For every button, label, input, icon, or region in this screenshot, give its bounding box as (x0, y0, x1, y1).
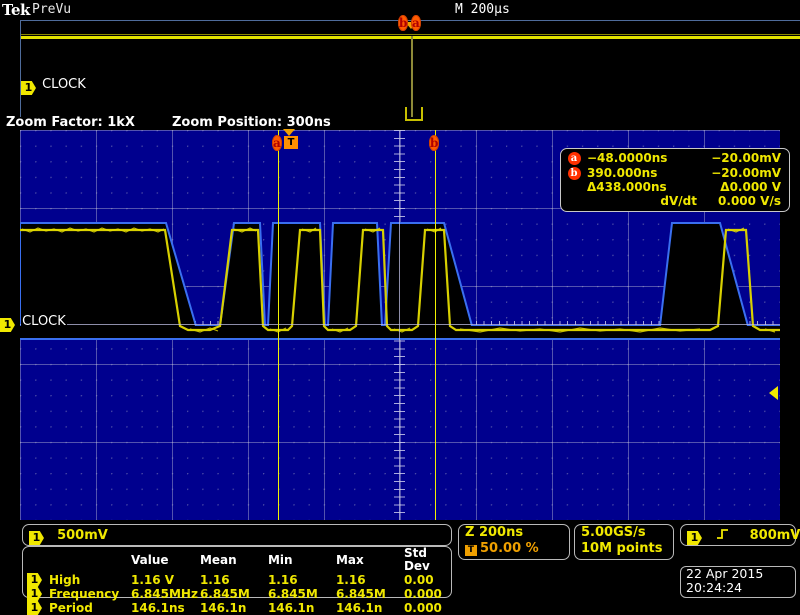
zoom-trigger-notch-icon (283, 129, 295, 136)
cursor-readout-row: dV/dt 0.000 V/s (561, 194, 789, 208)
measurement-row[interactable]: 1 Period 146.1ns 146.1n 146.1n 146.1n 0.… (23, 601, 451, 615)
date-label: 22 Apr 2015 (686, 566, 764, 581)
overview-cursor-b-flag[interactable]: b (398, 12, 409, 31)
readout-b-time: 390.000ns (587, 165, 658, 180)
readout-dvdt-value: 0.000 V/s (718, 194, 781, 208)
trigger-position-flag[interactable]: T (284, 136, 298, 149)
zoom-channel-1-marker[interactable]: 1 CLOCK (0, 313, 67, 332)
measurement-col-value: Value (131, 552, 169, 567)
vertical-scale-bar[interactable]: 1 500mV (22, 524, 452, 546)
readout-b-volts: −20.00mV (711, 165, 781, 180)
measurement-frequency-max: 6.845M (335, 586, 386, 601)
channel-1-badge-trigger[interactable]: 1 (687, 531, 702, 545)
zoom-cursor-b-flag[interactable]: b (429, 132, 440, 151)
sample-rate-label: 5.00GS/s (581, 525, 646, 540)
overview-trace-shadow (21, 34, 800, 35)
zoom-channel-1-label: CLOCK (21, 314, 67, 329)
overview-channel-1-label: CLOCK (42, 77, 86, 92)
measurement-row[interactable]: 1 Frequency 6.845MHz 6.845M 6.845M 6.845… (23, 587, 451, 601)
measurement-high-value: 1.16 V (131, 572, 175, 587)
measurement-high-std: 0.00 (403, 572, 434, 587)
readout-dvdt-label: dV/dt (660, 194, 697, 208)
measurement-frequency-mean: 6.845M (199, 586, 250, 601)
cursor-readout-box: a −48.0000ns −20.00mV b 390.000ns −20.00… (560, 148, 790, 212)
channel-1-badge[interactable]: 1 (21, 81, 36, 95)
acquisition-bar[interactable]: 5.00GS/s 10M points (574, 524, 674, 560)
trigger-level-value: 800mV (749, 528, 800, 543)
cursor-readout-row: Δ438.000ns Δ0.000 V (561, 180, 789, 194)
acquisition-state-label: PreVu (32, 2, 72, 17)
channel-1-badge-vertical[interactable]: 1 (29, 531, 44, 545)
measurement-period-mean: 146.1n (199, 600, 247, 615)
readout-delta-volts: Δ0.000 V (720, 180, 781, 194)
horizontal-scale-bar[interactable]: Z 200ns T 50.00 % (458, 524, 570, 560)
measurement-col-mean: Mean (199, 552, 237, 567)
measurement-table[interactable]: Value Mean Min Max Std Dev 1 High 1.16 V… (22, 546, 452, 615)
cursor-b-flag-glyph: b (398, 15, 409, 31)
cursor-readout-row: a −48.0000ns −20.00mV (561, 150, 789, 165)
channel-1-vertical-scale: 500mV (57, 528, 108, 543)
readout-cursor-b-flag: b (567, 167, 581, 180)
zoom-position-label: Zoom Position: 300ns (172, 115, 331, 130)
zoom-info-strip: Zoom Factor: 1kX Zoom Position: 300ns (0, 115, 800, 130)
tek-logo: Tek (2, 1, 30, 19)
graticule-center-horizontal-axis (20, 324, 780, 325)
zoom-cursor-a-flag[interactable]: a (272, 132, 282, 151)
zoom-scale-label: Z 200ns (465, 525, 524, 540)
measurement-name-high: High (49, 572, 81, 587)
measurement-period-min: 146.1n (267, 600, 315, 615)
measurement-name-period: Period (49, 600, 93, 615)
channel-1-ground-reference-arrow-icon[interactable] (769, 386, 778, 400)
graticule-center-vertical-axis (399, 130, 400, 520)
readout-a-volts: −20.00mV (711, 150, 781, 165)
overview-waveform-window[interactable]: 1 CLOCK (20, 20, 800, 121)
measurement-period-max: 146.1n (335, 600, 383, 615)
zoom-region-indicator[interactable] (411, 36, 413, 117)
readout-delta-time: Δ438.000ns (587, 180, 667, 194)
readout-a-time: −48.0000ns (587, 150, 668, 165)
measurement-frequency-value: 6.845MHz (131, 586, 198, 601)
trigger-position-percent: 50.00 % (480, 541, 539, 556)
trigger-badge-icon: T (465, 545, 477, 556)
record-length-label: 10M points (581, 541, 663, 556)
measurement-high-min: 1.16 (267, 572, 298, 587)
cursor-b-flag-glyph-zoom: b (429, 135, 440, 151)
measurement-high-mean: 1.16 (199, 572, 230, 587)
measurement-period-std: 0.000 (403, 600, 442, 615)
channel-1-badge-meas-high: 1 (27, 573, 42, 587)
overview-cursor-a-flag[interactable]: a (411, 12, 421, 31)
measurement-col-stddev: Std Dev (403, 546, 430, 573)
main-timebase-label: M 200µs (455, 2, 510, 17)
measurement-frequency-std: 0.000 (403, 586, 442, 601)
cursor-a-flag-glyph-zoom: a (272, 135, 282, 151)
measurement-row[interactable]: 1 High 1.16 V 1.16 1.16 1.16 0.00 (23, 573, 451, 587)
oscilloscope-screen: Tek PreVu M 200µs 1 CLOCK b a Zoom Facto… (0, 0, 800, 615)
datetime-box: 22 Apr 2015 20:24:24 (680, 566, 796, 598)
cursor-readout-row: b 390.000ns −20.00mV (561, 165, 789, 180)
cursor-a-flag-glyph: a (411, 15, 421, 31)
readout-cursor-a-flag: a (567, 152, 581, 165)
measurement-name-frequency: Frequency (49, 586, 120, 601)
trigger-bar[interactable]: 1 800mV (680, 524, 800, 546)
channel-1-badge-zoom[interactable]: 1 (0, 318, 15, 332)
measurement-frequency-min: 6.845M (267, 586, 318, 601)
trigger-position-row: T 50.00 % (459, 541, 569, 556)
channel-1-badge-meas-freq: 1 (27, 587, 42, 601)
overview-channel-1-marker[interactable]: 1 CLOCK (21, 76, 86, 95)
zoom-factor-label: Zoom Factor: 1kX (6, 115, 135, 130)
measurement-period-value: 146.1ns (131, 600, 185, 615)
time-label: 20:24:24 (686, 580, 743, 595)
measurement-col-max: Max (335, 552, 364, 567)
cursor-b-line[interactable] (435, 130, 436, 520)
measurement-col-min: Min (267, 552, 293, 567)
measurement-high-max: 1.16 (335, 572, 366, 587)
rising-edge-icon (716, 528, 734, 543)
cursor-a-line[interactable] (278, 130, 279, 520)
measurement-header-row: Value Mean Min Max Std Dev (23, 547, 451, 573)
channel-1-badge-meas-period: 1 (27, 601, 42, 615)
